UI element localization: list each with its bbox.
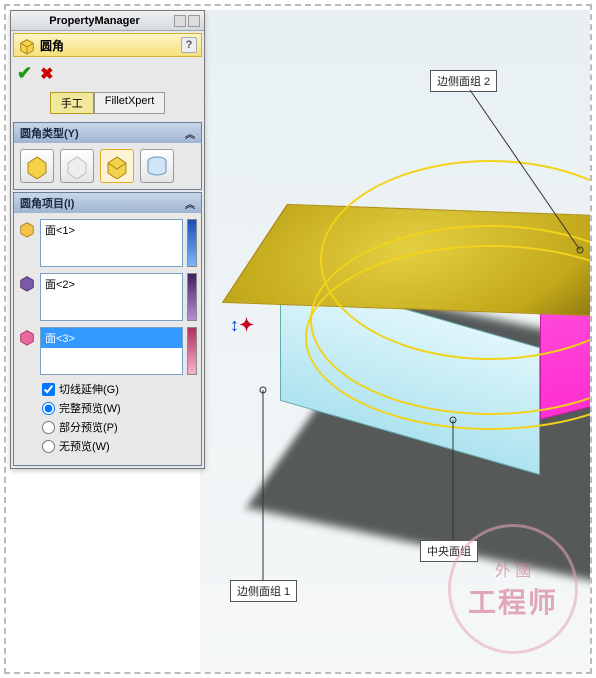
watermark-line1: 外 國 (495, 557, 531, 581)
list-item[interactable]: 面<1> (41, 220, 182, 240)
tangent-propagation-checkbox[interactable]: 切线延伸(G) (42, 381, 197, 397)
face-set-row: 面<3> (18, 327, 197, 375)
watermark-line2: 工程师 (468, 581, 558, 621)
fillet-type-constant[interactable] (20, 149, 54, 183)
mode-row: 手工 FilletXpert (11, 88, 204, 120)
callout-side-group-2: 边侧面组 2 (430, 70, 497, 92)
ok-button[interactable]: ✔ (17, 63, 32, 84)
section-title: 圆角类型(Y) (20, 125, 79, 141)
collapse-icon: ︽ (185, 126, 195, 141)
radio-input[interactable] (42, 440, 55, 453)
fillet-type-section: 圆角类型(Y) ︽ (13, 122, 202, 190)
model-viewport[interactable]: ↕✦ 边侧面组 2 中央面组 边侧面组 1 外 國 工程师 (200, 10, 590, 672)
section-header[interactable]: 圆角项目(I) ︽ (14, 193, 201, 213)
list-item[interactable]: 面<2> (41, 274, 182, 294)
color-indicator (187, 327, 197, 375)
fillet-type-full-round[interactable] (140, 149, 174, 183)
face-set-icon (18, 328, 36, 346)
radio-input[interactable] (42, 402, 55, 415)
no-preview-radio[interactable]: 无预览(W) (42, 438, 197, 454)
face-set-row: 面<2> (18, 273, 197, 321)
color-indicator (187, 273, 197, 321)
face-selection-list-2[interactable]: 面<2> (40, 273, 183, 321)
keep-visible-icon[interactable] (174, 15, 186, 27)
list-item[interactable]: 面<3> (41, 328, 182, 348)
face-selection-list-3[interactable]: 面<3> (40, 327, 183, 375)
full-preview-radio[interactable]: 完整预览(W) (42, 400, 197, 416)
face-set-icon (18, 220, 36, 238)
mode-filletxpert-button[interactable]: FilletXpert (94, 92, 166, 114)
confirm-row: ✔ ✖ (11, 59, 204, 88)
section-header[interactable]: 圆角类型(Y) ︽ (14, 123, 201, 143)
pushpin-icon[interactable] (188, 15, 200, 27)
face-selection-list-1[interactable]: 面<1> (40, 219, 183, 267)
panel-title-text: PropertyManager (15, 15, 174, 27)
face-set-icon (18, 274, 36, 292)
radio-input[interactable] (42, 421, 55, 434)
feature-header: 圆角 ? (13, 33, 202, 57)
cancel-button[interactable]: ✖ (40, 64, 53, 84)
preview-options: 切线延伸(G) 完整预览(W) 部分预览(P) 无预览(W) (18, 381, 197, 454)
checkbox-input[interactable] (42, 383, 55, 396)
mode-manual-button[interactable]: 手工 (50, 92, 94, 114)
fillet-type-face[interactable] (100, 149, 134, 183)
section-title: 圆角项目(I) (20, 195, 74, 211)
face-set-row: 面<1> (18, 219, 197, 267)
view-triad-icon: ↕✦ (230, 315, 254, 336)
callout-label: 边侧面组 2 (430, 70, 497, 92)
color-indicator (187, 219, 197, 267)
feature-name: 圆角 (36, 37, 181, 54)
collapse-icon: ︽ (185, 196, 195, 211)
watermark: 外 國 工程师 (448, 524, 578, 654)
property-manager-panel: PropertyManager 圆角 ? ✔ ✖ 手工 FilletXpert … (10, 10, 205, 469)
fillet-feature-icon (18, 37, 36, 55)
partial-preview-radio[interactable]: 部分预览(P) (42, 419, 197, 435)
callout-side-group-1: 边侧面组 1 (230, 580, 297, 602)
fillet-type-variable[interactable] (60, 149, 94, 183)
fillet-items-section: 圆角项目(I) ︽ 面<1> 面<2> 面<3> (13, 192, 202, 466)
help-button[interactable]: ? (181, 37, 197, 53)
panel-titlebar: PropertyManager (11, 11, 204, 31)
